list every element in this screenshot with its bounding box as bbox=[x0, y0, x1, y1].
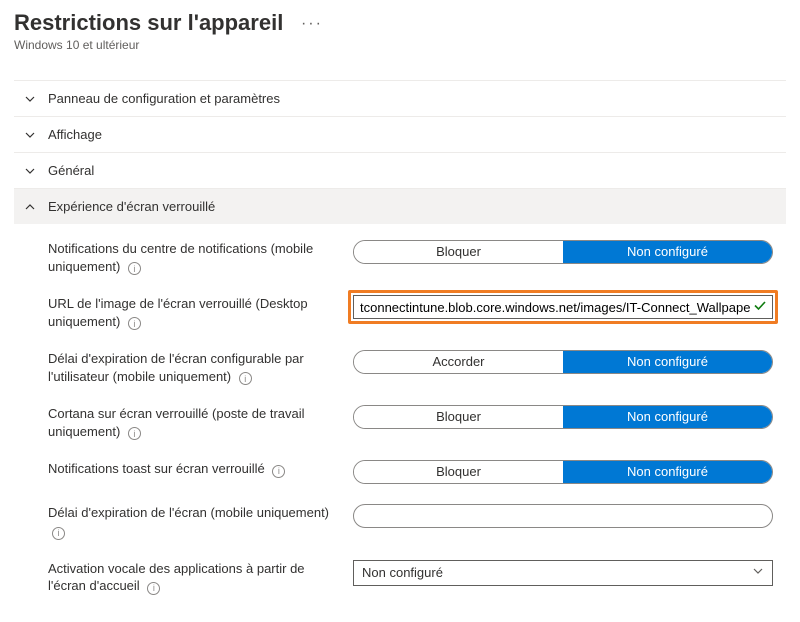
toggle-option-not-configured[interactable]: Non configuré bbox=[563, 241, 772, 263]
toggle-timeout-user[interactable]: Accorder Non configuré bbox=[353, 350, 773, 374]
setting-label: Notifications toast sur écran verrouillé… bbox=[48, 460, 353, 478]
setting-label: Notifications du centre de notifications… bbox=[48, 240, 353, 275]
info-icon[interactable]: i bbox=[147, 582, 160, 595]
info-icon[interactable]: i bbox=[52, 527, 65, 540]
timeout-mobile-input[interactable] bbox=[353, 504, 773, 528]
setting-row-notification-center: Notifications du centre de notifications… bbox=[14, 232, 786, 287]
setting-row-timeout-mobile: Délai d'expiration de l'écran (mobile un… bbox=[14, 496, 786, 551]
section-title: Panneau de configuration et paramètres bbox=[48, 91, 280, 106]
info-icon[interactable]: i bbox=[128, 317, 141, 330]
toggle-option-not-configured[interactable]: Non configuré bbox=[563, 461, 772, 483]
chevron-up-icon bbox=[18, 201, 42, 213]
section-lockscreen[interactable]: Expérience d'écran verrouillé bbox=[14, 189, 786, 224]
section-general[interactable]: Général bbox=[14, 153, 786, 188]
toggle-option-block[interactable]: Bloquer bbox=[354, 241, 563, 263]
setting-label: Délai d'expiration de l'écran (mobile un… bbox=[48, 504, 353, 539]
section-panel-settings[interactable]: Panneau de configuration et paramètres bbox=[14, 81, 786, 116]
checkmark-icon bbox=[753, 299, 767, 316]
section-title: Affichage bbox=[48, 127, 102, 142]
label-text: Activation vocale des applications à par… bbox=[48, 561, 305, 594]
setting-row-voice-activation: Activation vocale des applications à par… bbox=[14, 552, 786, 607]
section-display[interactable]: Affichage bbox=[14, 117, 786, 152]
setting-row-toast-lock: Notifications toast sur écran verrouillé… bbox=[14, 452, 786, 496]
toggle-cortana-lock[interactable]: Bloquer Non configuré bbox=[353, 405, 773, 429]
label-text: Délai d'expiration de l'écran (mobile un… bbox=[48, 505, 329, 520]
toggle-option-allow[interactable]: Accorder bbox=[354, 351, 563, 373]
chevron-down-icon bbox=[752, 565, 764, 580]
voice-activation-select[interactable]: Non configuré bbox=[353, 560, 773, 586]
setting-row-timeout-user: Délai d'expiration de l'écran configurab… bbox=[14, 342, 786, 397]
highlighted-input-wrap bbox=[348, 290, 778, 324]
label-text: URL de l'image de l'écran verrouillé (De… bbox=[48, 296, 308, 329]
info-icon[interactable]: i bbox=[272, 465, 285, 478]
setting-label: URL de l'image de l'écran verrouillé (De… bbox=[48, 295, 353, 330]
label-text: Notifications toast sur écran verrouillé bbox=[48, 461, 265, 476]
toggle-option-block[interactable]: Bloquer bbox=[354, 461, 563, 483]
chevron-down-icon bbox=[18, 93, 42, 105]
section-title: Général bbox=[48, 163, 94, 178]
toggle-option-not-configured[interactable]: Non configuré bbox=[563, 406, 772, 428]
label-text: Délai d'expiration de l'écran configurab… bbox=[48, 351, 304, 384]
toggle-option-not-configured[interactable]: Non configuré bbox=[563, 351, 772, 373]
more-actions-button[interactable]: ··· bbox=[301, 15, 323, 33]
toggle-toast-lock[interactable]: Bloquer Non configuré bbox=[353, 460, 773, 484]
info-icon[interactable]: i bbox=[128, 427, 141, 440]
setting-label: Activation vocale des applications à par… bbox=[48, 560, 353, 595]
toggle-notification-center[interactable]: Bloquer Non configuré bbox=[353, 240, 773, 264]
section-title: Expérience d'écran verrouillé bbox=[48, 199, 215, 214]
lock-image-url-input[interactable] bbox=[353, 295, 773, 319]
select-value: Non configuré bbox=[362, 565, 443, 580]
setting-row-cortana-lock: Cortana sur écran verrouillé (poste de t… bbox=[14, 397, 786, 452]
chevron-down-icon bbox=[18, 165, 42, 177]
label-text: Cortana sur écran verrouillé (poste de t… bbox=[48, 406, 305, 439]
label-text: Notifications du centre de notifications… bbox=[48, 241, 313, 274]
info-icon[interactable]: i bbox=[128, 262, 141, 275]
setting-label: Délai d'expiration de l'écran configurab… bbox=[48, 350, 353, 385]
setting-label: Cortana sur écran verrouillé (poste de t… bbox=[48, 405, 353, 440]
info-icon[interactable]: i bbox=[239, 372, 252, 385]
page-subtitle: Windows 10 et ultérieur bbox=[14, 38, 786, 52]
toggle-option-block[interactable]: Bloquer bbox=[354, 406, 563, 428]
setting-row-lock-image-url: URL de l'image de l'écran verrouillé (De… bbox=[14, 287, 786, 342]
page-title: Restrictions sur l'appareil bbox=[14, 10, 283, 36]
chevron-down-icon bbox=[18, 129, 42, 141]
